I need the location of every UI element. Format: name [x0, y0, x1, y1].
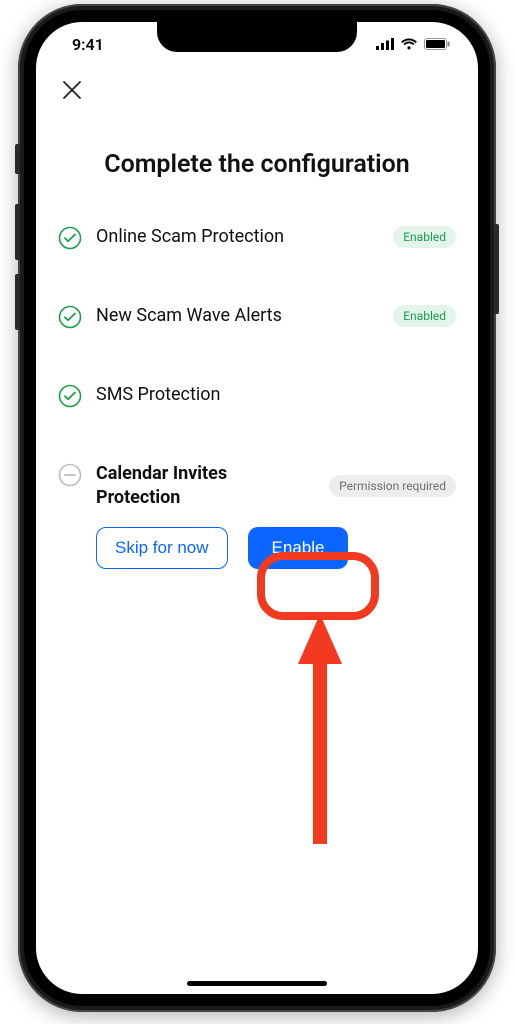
status-badge-enabled: Enabled: [393, 305, 456, 327]
phone-frame: 9:41 Complete the config: [18, 4, 496, 1012]
phone-inner: 9:41 Complete the config: [24, 10, 490, 1006]
config-item-scam-wave: New Scam Wave Alerts Enabled: [58, 304, 456, 333]
skip-button[interactable]: Skip for now: [96, 527, 228, 569]
config-label: Calendar Invites Protection: [96, 462, 286, 511]
status-right: [376, 35, 450, 54]
config-item-calendar: Calendar Invites Protection Permission r…: [58, 462, 456, 569]
content: Complete the configuration Online Scam P…: [36, 66, 478, 994]
config-label: Online Scam Protection: [96, 225, 284, 249]
close-button[interactable]: [58, 76, 86, 104]
enable-button[interactable]: Enable: [248, 527, 349, 569]
config-label: New Scam Wave Alerts: [96, 304, 282, 328]
status-time: 9:41: [72, 35, 104, 54]
wifi-icon: [400, 35, 418, 54]
status-badge-permission: Permission required: [329, 475, 456, 497]
battery-icon: [424, 35, 450, 54]
status-badge-enabled: Enabled: [393, 226, 456, 248]
power-button: [494, 224, 499, 314]
config-item-sms: SMS Protection: [58, 383, 456, 412]
notch: [157, 22, 357, 52]
action-row: Skip for now Enable: [96, 527, 456, 569]
silence-switch: [15, 144, 20, 174]
volume-up-button: [15, 204, 20, 260]
volume-down-button: [15, 274, 20, 330]
cellular-icon: [376, 35, 394, 54]
pending-icon: [58, 463, 82, 491]
config-item-online-scam: Online Scam Protection Enabled: [58, 225, 456, 254]
page-title: Complete the configuration: [58, 150, 456, 179]
home-indicator[interactable]: [187, 981, 327, 986]
check-icon: [58, 305, 82, 333]
config-label: SMS Protection: [96, 383, 220, 407]
check-icon: [58, 384, 82, 412]
annotation-arrow-icon: [296, 614, 344, 844]
screen: 9:41 Complete the config: [36, 22, 478, 994]
close-icon: [62, 80, 82, 100]
check-icon: [58, 226, 82, 254]
